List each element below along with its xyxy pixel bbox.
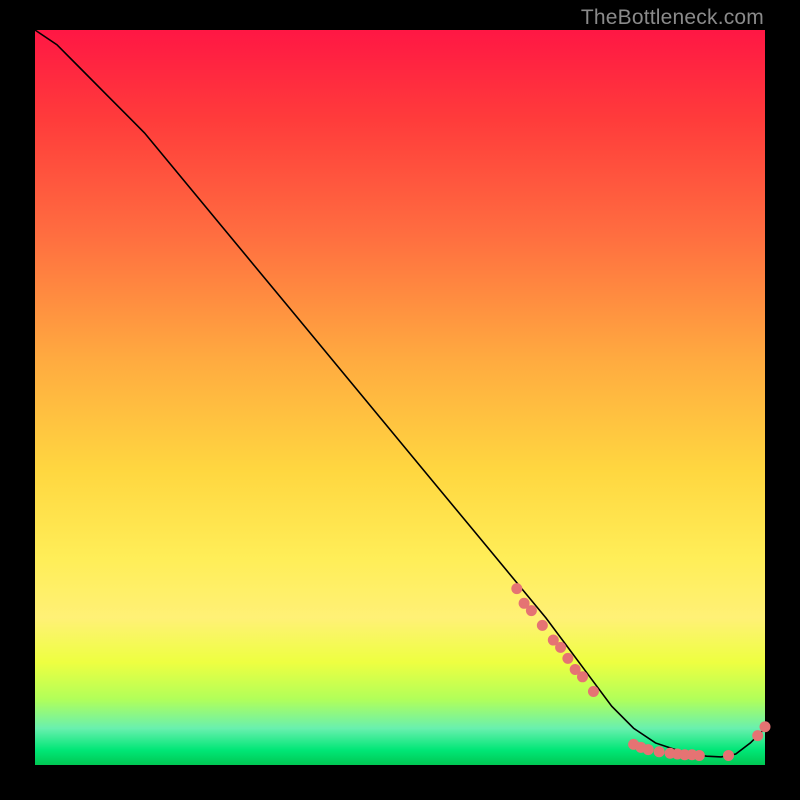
data-point	[760, 721, 771, 732]
data-point	[723, 750, 734, 761]
bottleneck-curve	[35, 30, 765, 757]
data-point	[588, 686, 599, 697]
data-point	[537, 620, 548, 631]
data-point	[511, 583, 522, 594]
watermark-text: TheBottleneck.com	[581, 6, 764, 30]
data-point	[555, 642, 566, 653]
data-points-group	[511, 583, 770, 761]
data-point	[654, 746, 665, 757]
chart-overlay	[35, 30, 765, 765]
data-point	[577, 671, 588, 682]
data-point	[562, 653, 573, 664]
data-point	[752, 730, 763, 741]
data-point	[643, 744, 654, 755]
data-point	[694, 750, 705, 761]
data-point	[526, 605, 537, 616]
